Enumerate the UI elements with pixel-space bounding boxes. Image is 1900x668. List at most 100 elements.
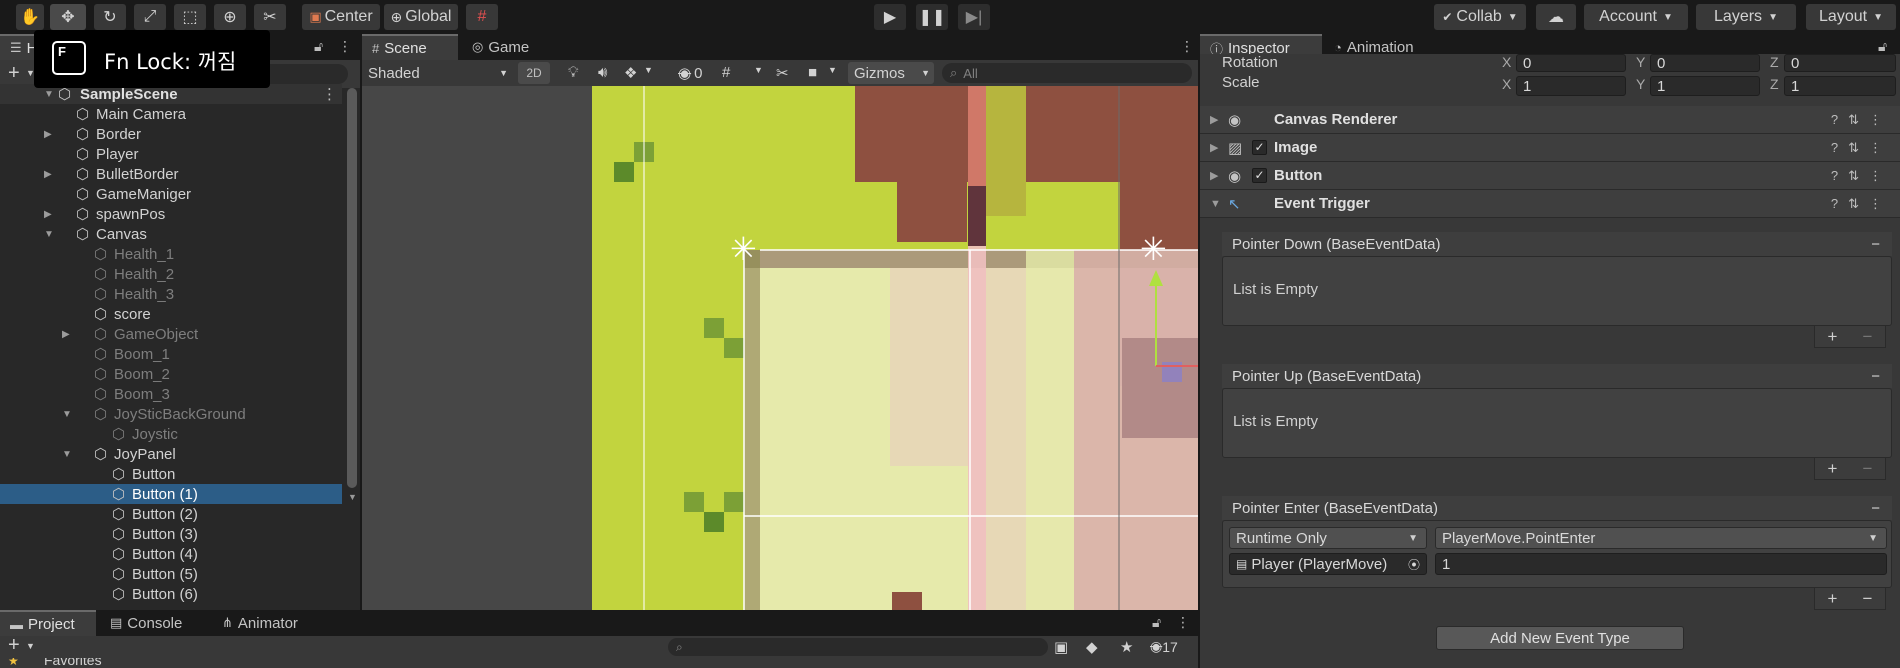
chevron-down-icon[interactable]: ▼ bbox=[26, 641, 35, 651]
hierarchy-item[interactable]: ⬡ Boom_2 bbox=[0, 364, 342, 384]
rotation-z-field[interactable]: 0 bbox=[1784, 54, 1896, 72]
anchor-icon[interactable]: ✳ bbox=[730, 230, 757, 268]
gizmos-dropdown[interactable]: Gizmos ▼ bbox=[848, 62, 934, 84]
tab-game[interactable]: ◎ Game bbox=[462, 34, 546, 60]
settings-icon[interactable]: ⇅ bbox=[1848, 168, 1869, 183]
settings-icon[interactable]: ⇅ bbox=[1848, 196, 1869, 211]
menu-icon[interactable]: ⋮ bbox=[1869, 140, 1892, 155]
hidden-packages-toggle[interactable]: ◉ 17 bbox=[1150, 638, 1178, 655]
pivot-center-button[interactable]: ▣ Center bbox=[302, 4, 380, 30]
lighting-icon[interactable]: 💡︎ bbox=[568, 64, 579, 81]
label-icon[interactable]: ◆ bbox=[1086, 638, 1098, 656]
fold-closed-icon[interactable]: ▶ bbox=[44, 209, 52, 220]
hierarchy-item[interactable]: ⬡ Health_2 bbox=[0, 264, 342, 284]
rotation-x-field[interactable]: 0 bbox=[1516, 54, 1626, 72]
component-actions[interactable]: ?⇅⋮ bbox=[1831, 140, 1892, 156]
shading-mode-dropdown[interactable]: Shaded ▼ bbox=[366, 62, 512, 84]
add-icon[interactable]: + bbox=[1828, 459, 1838, 479]
hierarchy-item[interactable]: ⬡ Button (1) bbox=[0, 484, 342, 504]
add-icon[interactable]: + bbox=[8, 634, 20, 657]
scroll-down-icon[interactable]: ▼ bbox=[348, 492, 357, 502]
enabled-checkbox[interactable]: ✓ bbox=[1252, 168, 1267, 183]
hierarchy-item[interactable]: ⬡ Button (2) bbox=[0, 504, 342, 524]
hierarchy-item[interactable]: ⬡ Main Camera bbox=[0, 104, 342, 124]
project-search-input[interactable]: ⌕ bbox=[668, 638, 1048, 656]
hierarchy-item[interactable]: ⬡ Button (3) bbox=[0, 524, 342, 544]
pause-button[interactable]: ❚❚ bbox=[916, 4, 948, 30]
runtime-dropdown[interactable]: Runtime Only ▼ bbox=[1229, 527, 1427, 549]
scale-y-field[interactable]: 1 bbox=[1650, 76, 1760, 96]
minus-icon[interactable]: − bbox=[1863, 459, 1873, 479]
account-dropdown[interactable]: Account ▼ bbox=[1584, 4, 1688, 30]
component-actions[interactable]: ?⇅⋮ bbox=[1831, 196, 1892, 212]
add-icon[interactable]: + bbox=[8, 62, 20, 85]
anchor-icon[interactable]: ✳ bbox=[1140, 230, 1167, 268]
hierarchy-item[interactable]: ▶ ⬡ Border bbox=[0, 124, 342, 144]
hierarchy-item[interactable]: ⬡ Button bbox=[0, 464, 342, 484]
star-icon[interactable]: ★ bbox=[1120, 638, 1133, 656]
hierarchy-item[interactable]: ▼ ⬡ JoyPanel bbox=[0, 444, 342, 464]
audio-icon[interactable]: 🔊︎ bbox=[598, 64, 607, 81]
component-actions[interactable]: ?⇅⋮ bbox=[1831, 112, 1892, 128]
lock-icon[interactable]: 🔓︎ bbox=[1878, 38, 1887, 55]
scene-viewport[interactable]: ✳ ✳ bbox=[362, 86, 1198, 610]
chevron-down-icon[interactable]: ▼ bbox=[644, 65, 653, 75]
move-tool-button[interactable]: ✥ bbox=[50, 4, 86, 30]
hierarchy-item[interactable]: ▶ ⬡ BulletBorder bbox=[0, 164, 342, 184]
2d-toggle[interactable]: 2D bbox=[518, 62, 550, 84]
rotation-y-field[interactable]: 0 bbox=[1650, 54, 1760, 72]
tools-icon[interactable]: ✂ bbox=[776, 64, 789, 82]
hierarchy-item[interactable]: ⬡ Boom_3 bbox=[0, 384, 342, 404]
rotate-tool-button[interactable]: ↻ bbox=[94, 4, 126, 30]
grid-icon[interactable]: # bbox=[722, 64, 730, 81]
component-event-trigger[interactable]: ▼ ↖ Event Trigger ?⇅⋮ bbox=[1200, 190, 1900, 218]
help-icon[interactable]: ? bbox=[1831, 112, 1848, 127]
favorites-row[interactable]: ★ Favorites bbox=[0, 658, 200, 668]
help-icon[interactable]: ? bbox=[1831, 196, 1848, 211]
scale-z-field[interactable]: 1 bbox=[1784, 76, 1896, 96]
camera-icon[interactable]: ■ bbox=[808, 64, 817, 81]
hierarchy-item[interactable]: ▶ ⬡ spawnPos bbox=[0, 204, 342, 224]
custom-tool-button[interactable]: ✂ bbox=[254, 4, 286, 30]
settings-icon[interactable]: ⇅ bbox=[1848, 112, 1869, 127]
lock-icon[interactable]: 🔓︎ bbox=[314, 38, 323, 55]
remove-event-icon[interactable]: − bbox=[1871, 236, 1880, 253]
tab-animator[interactable]: ⋔ Animator bbox=[212, 610, 322, 636]
add-event-type-button[interactable]: Add New Event Type bbox=[1436, 626, 1684, 650]
chevron-down-icon[interactable]: ▼ bbox=[828, 65, 837, 75]
hierarchy-item[interactable]: ⬡ Button (4) bbox=[0, 544, 342, 564]
fold-closed-icon[interactable]: ▶ bbox=[44, 169, 52, 180]
object-picker-icon[interactable]: ⦿ bbox=[1408, 556, 1420, 573]
component-canvas-renderer[interactable]: ▶ ◉ Canvas Renderer ?⇅⋮ bbox=[1200, 106, 1900, 134]
fold-open-icon[interactable]: ▼ bbox=[44, 89, 54, 100]
cloud-button[interactable]: ☁ bbox=[1536, 4, 1576, 30]
fold-closed-icon[interactable]: ▶ bbox=[1210, 113, 1218, 126]
enabled-checkbox[interactable]: ✓ bbox=[1252, 140, 1267, 155]
function-dropdown[interactable]: PlayerMove.PointEnter ▼ bbox=[1435, 527, 1887, 549]
hierarchy-item[interactable]: ⬡ GameManiger bbox=[0, 184, 342, 204]
menu-icon[interactable]: ⋮ bbox=[1869, 112, 1892, 127]
menu-icon[interactable]: ⋮ bbox=[1176, 614, 1190, 631]
hierarchy-item[interactable]: ▼ ⬡ Canvas bbox=[0, 224, 342, 244]
hierarchy-item[interactable]: ⬡ Button (5) bbox=[0, 564, 342, 584]
fold-closed-icon[interactable]: ▶ bbox=[1210, 169, 1218, 182]
lock-icon[interactable]: 🔓︎ bbox=[1152, 614, 1161, 631]
grid-snap-button[interactable]: # bbox=[466, 4, 498, 30]
scene-search-input[interactable]: ⌕ All bbox=[942, 63, 1192, 83]
add-icon[interactable]: + bbox=[1828, 589, 1838, 609]
fold-closed-icon[interactable]: ▶ bbox=[44, 129, 52, 140]
add-icon[interactable]: + bbox=[1828, 327, 1838, 347]
scale-tool-button[interactable]: ⤢ bbox=[134, 4, 166, 30]
tab-console[interactable]: ▤ Console bbox=[100, 610, 206, 636]
hierarchy-item[interactable]: ⬡ Button (6) bbox=[0, 584, 342, 604]
transform-tool-button[interactable]: ⊕ bbox=[214, 4, 246, 30]
help-icon[interactable]: ? bbox=[1831, 140, 1848, 155]
fold-open-icon[interactable]: ▼ bbox=[44, 229, 54, 240]
hierarchy-item[interactable]: ⬡ Joystic bbox=[0, 424, 342, 444]
fold-open-icon[interactable]: ▼ bbox=[1210, 198, 1221, 210]
argument-field[interactable]: 1 bbox=[1435, 553, 1887, 575]
hierarchy-item[interactable]: ⬡ Player bbox=[0, 144, 342, 164]
component-button[interactable]: ▶ ◉ ✓ Button ?⇅⋮ bbox=[1200, 162, 1900, 190]
hidden-objects-toggle[interactable]: ◉ 0 bbox=[678, 64, 702, 83]
minus-icon[interactable]: − bbox=[1863, 589, 1873, 609]
